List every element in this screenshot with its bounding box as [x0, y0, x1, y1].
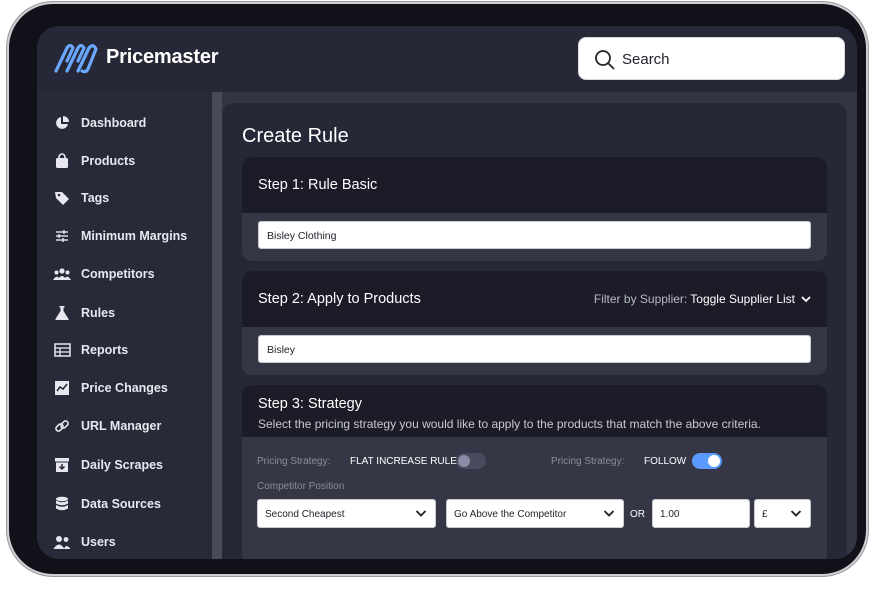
or-label: OR [630, 509, 645, 520]
sidebar-item-label: URL Manager [81, 419, 162, 433]
step2-title: Step 2: Apply to Products [258, 291, 421, 307]
step3-description: Select the pricing strategy you would li… [258, 417, 761, 431]
flask-icon [53, 304, 71, 322]
group-icon [53, 265, 71, 283]
select-value: £ [762, 509, 768, 520]
direction-select[interactable]: Go Above the Competitor [446, 499, 624, 528]
sidebar-item-label: Users [81, 535, 116, 549]
sidebar-item-label: Competitors [81, 267, 155, 281]
amount-input[interactable]: 1.00 [652, 499, 750, 528]
sidebar-item-label: Daily Scrapes [81, 458, 163, 472]
sidebar-item-tags[interactable]: Tags [53, 187, 109, 209]
main-content: Create Rule Step 1: Rule Basic Bisley Cl… [222, 92, 857, 559]
sidebar-item-rules[interactable]: Rules [53, 302, 115, 324]
filter-label: Filter by Supplier: [593, 292, 688, 306]
sidebar-item-daily-scrapes[interactable]: Daily Scrapes [53, 454, 163, 476]
products-input[interactable]: Bisley [258, 335, 811, 363]
sidebar-divider [212, 92, 222, 559]
page-title: Create Rule [242, 125, 349, 147]
select-value: Second Cheapest [265, 509, 345, 520]
app-screen: Pricemaster Search Dashboard Products Ta… [37, 26, 857, 559]
toggle-supplier-list-link[interactable]: Toggle Supplier List [690, 292, 795, 306]
step2-card: Step 2: Apply to Products Filter by Supp… [242, 271, 827, 375]
search-box[interactable]: Search [578, 37, 845, 80]
supplier-filter[interactable]: Filter by Supplier: Toggle Supplier List [594, 292, 812, 306]
sidebar-item-label: Data Sources [81, 497, 161, 511]
chevron-down-icon [801, 296, 811, 303]
sidebar-item-minimum-margins[interactable]: Minimum Margins [53, 225, 187, 247]
sidebar-item-reports[interactable]: Reports [53, 339, 128, 361]
step1-card: Step 1: Rule Basic Bisley Clothing [242, 157, 827, 261]
chevron-down-icon [415, 510, 427, 517]
brand-name: Pricemaster [106, 46, 219, 68]
flat-increase-toggle[interactable] [456, 453, 486, 469]
table-icon [53, 341, 71, 359]
sidebar-item-label: Rules [81, 306, 116, 320]
sidebar-item-products[interactable]: Products [53, 150, 135, 172]
pricemaster-logo-icon [53, 42, 103, 76]
create-rule-panel: Create Rule Step 1: Rule Basic Bisley Cl… [222, 103, 847, 559]
amount-value: 1.00 [660, 509, 680, 520]
sidebar: Dashboard Products Tags Minimum Margins [37, 92, 212, 559]
sidebar-item-label: Minimum Margins [81, 229, 188, 243]
step3-title: Step 3: Strategy [258, 396, 362, 412]
sidebar-item-dashboard[interactable]: Dashboard [53, 112, 146, 134]
step3-header: Step 3: Strategy Select the pricing stra… [242, 385, 827, 437]
select-value: Go Above the Competitor [454, 509, 567, 520]
sidebar-item-url-manager[interactable]: URL Manager [53, 415, 161, 437]
search-icon [595, 50, 615, 70]
sidebar-item-competitors[interactable]: Competitors [53, 263, 155, 285]
sidebar-item-label: Tags [81, 191, 110, 205]
sidebar-item-label: Reports [81, 343, 129, 357]
competitor-position-select[interactable]: Second Cheapest [257, 499, 436, 528]
sidebar-item-users[interactable]: Users [53, 531, 116, 553]
search-label: Search [622, 51, 670, 68]
users-icon [53, 533, 71, 551]
sidebar-item-label: Dashboard [81, 116, 147, 130]
step3-card: Step 3: Strategy Select the pricing stra… [242, 385, 827, 559]
database-icon [53, 495, 71, 513]
top-bar: Pricemaster Search [37, 26, 857, 92]
tablet-frame: Pricemaster Search Dashboard Products Ta… [9, 4, 866, 574]
shopping-bag-icon [53, 152, 71, 170]
rule-name-input[interactable]: Bisley Clothing [258, 221, 811, 249]
sliders-icon [53, 227, 71, 245]
strategy-value-1: FLAT INCREASE RULE [350, 456, 457, 467]
competitor-position-label: Competitor Position [257, 481, 345, 492]
strategy-label-1: Pricing Strategy: [257, 456, 331, 467]
currency-select[interactable]: £ [754, 499, 811, 528]
sidebar-item-data-sources[interactable]: Data Sources [53, 493, 161, 515]
sidebar-item-price-changes[interactable]: Price Changes [53, 377, 168, 399]
archive-download-icon [53, 456, 71, 474]
toggle-knob [708, 455, 720, 467]
chevron-down-icon [603, 510, 615, 517]
trend-chart-icon [53, 379, 71, 397]
step1-title: Step 1: Rule Basic [258, 177, 378, 193]
toggle-knob [458, 455, 470, 467]
pie-chart-icon [53, 114, 71, 132]
follow-toggle[interactable] [692, 453, 722, 469]
tag-icon [53, 189, 71, 207]
step2-header: Step 2: Apply to Products Filter by Supp… [242, 271, 827, 327]
link-icon [53, 417, 71, 435]
strategy-label-2: Pricing Strategy: [551, 456, 625, 467]
step1-header: Step 1: Rule Basic [242, 157, 827, 213]
sidebar-item-label: Products [81, 154, 136, 168]
strategy-value-2: FOLLOW [644, 456, 687, 467]
chevron-down-icon [790, 510, 802, 517]
sidebar-item-label: Price Changes [81, 381, 168, 395]
